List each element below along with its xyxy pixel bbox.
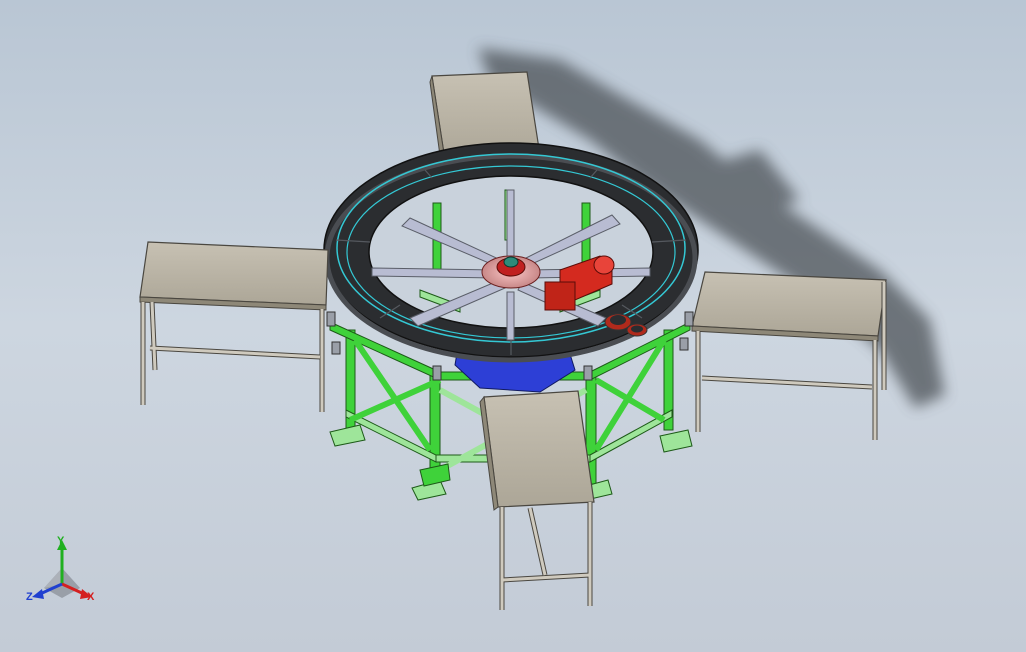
x-axis-label: X	[87, 591, 95, 603]
center-hub[interactable]	[481, 255, 541, 289]
z-axis-label: Z	[26, 591, 33, 603]
rotary-table-assembly-model[interactable]	[0, 0, 1026, 652]
right-workbench[interactable]	[691, 271, 887, 440]
left-workbench[interactable]	[139, 241, 329, 412]
cad-viewport[interactable]: Y X Z	[0, 0, 1026, 652]
y-axis-label: Y	[57, 535, 65, 547]
orientation-triad: Y X Z	[26, 535, 95, 603]
front-workbench[interactable]	[479, 390, 595, 610]
